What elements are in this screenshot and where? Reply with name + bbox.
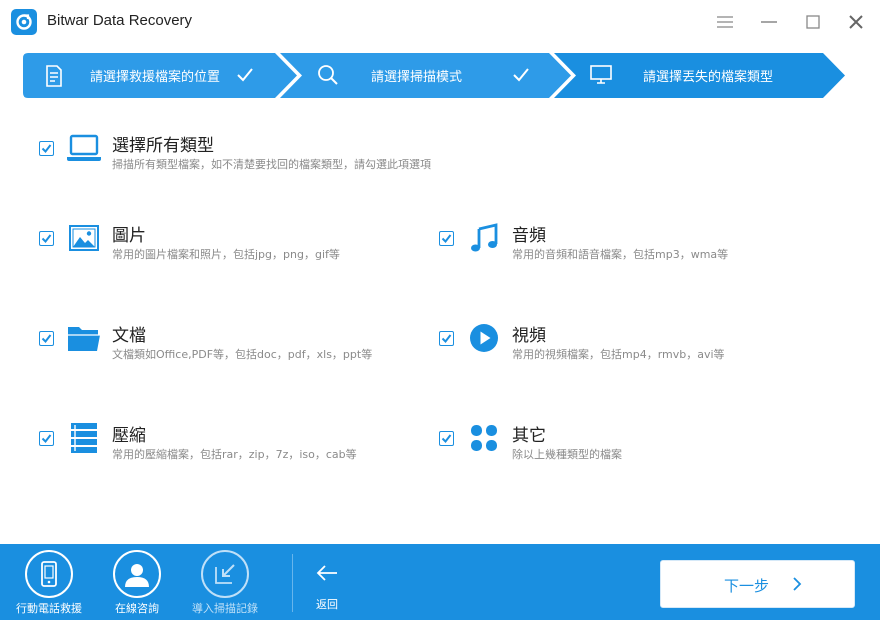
monitor-icon bbox=[590, 65, 612, 89]
play-icon bbox=[467, 321, 501, 355]
checkmark-icon bbox=[41, 144, 52, 154]
option-description: 常用的圖片檔案和照片，包括jpg，png，gif等 bbox=[112, 248, 340, 261]
tool-label: 導入掃描記錄 bbox=[192, 602, 258, 615]
option-title: 視頻 bbox=[512, 326, 546, 346]
option-description: 除以上幾種類型的檔案 bbox=[512, 448, 622, 461]
phone-icon bbox=[25, 550, 73, 598]
music-note-icon bbox=[467, 221, 501, 255]
minimize-icon[interactable] bbox=[757, 10, 781, 34]
maximize-icon[interactable] bbox=[801, 10, 825, 34]
picture-icon bbox=[67, 221, 101, 255]
option-title: 音頻 bbox=[512, 226, 546, 246]
step-select-location: 請選擇救援檔案的位置 bbox=[23, 53, 297, 98]
checkbox-pictures[interactable] bbox=[39, 231, 54, 246]
window-title: Bitwar Data Recovery bbox=[47, 12, 193, 29]
next-button[interactable]: 下一步 bbox=[660, 560, 855, 608]
toolbar-divider bbox=[292, 554, 293, 612]
next-label: 下一步 bbox=[724, 577, 770, 595]
check-icon bbox=[235, 65, 255, 89]
option-title: 文檔 bbox=[112, 326, 146, 346]
tool-label: 在線咨詢 bbox=[115, 602, 159, 615]
step-label: 請選擇掃描模式 bbox=[371, 70, 463, 85]
option-title: 壓縮 bbox=[112, 426, 146, 446]
user-icon bbox=[113, 550, 161, 598]
option-description: 常用的壓縮檔案，包括rar，zip，7z，iso，cab等 bbox=[112, 448, 357, 461]
checkbox-video[interactable] bbox=[439, 331, 454, 346]
search-icon bbox=[317, 64, 339, 90]
checkbox-all-types[interactable] bbox=[39, 141, 54, 156]
import-icon bbox=[201, 550, 249, 598]
mobile-recovery-button[interactable]: 行動電話救援 bbox=[4, 550, 94, 618]
folder-icon bbox=[67, 321, 101, 355]
step-label: 請選擇救援檔案的位置 bbox=[90, 70, 221, 85]
checkmark-icon bbox=[441, 334, 452, 344]
step-scan-mode: 請選擇掃描模式 bbox=[280, 53, 571, 98]
checkmark-icon bbox=[441, 234, 452, 244]
option-description: 文檔類如Office,PDF等，包括doc，pdf，xls，ppt等 bbox=[112, 348, 373, 361]
grid-dots-icon bbox=[467, 421, 501, 455]
checkmark-icon bbox=[41, 334, 52, 344]
check-icon bbox=[511, 65, 531, 89]
document-icon bbox=[45, 65, 63, 91]
option-title: 圖片 bbox=[112, 226, 146, 246]
checkbox-documents[interactable] bbox=[39, 331, 54, 346]
tool-label: 行動電話救援 bbox=[16, 602, 82, 615]
back-button[interactable]: 返回 bbox=[305, 564, 349, 614]
option-title: 其它 bbox=[512, 426, 546, 446]
step-file-types: 請選擇丟失的檔案類型 bbox=[554, 53, 845, 98]
checkmark-icon bbox=[441, 434, 452, 444]
app-logo-icon bbox=[11, 9, 37, 35]
laptop-icon bbox=[67, 131, 101, 165]
back-label: 返回 bbox=[316, 598, 338, 611]
chevron-right-icon bbox=[792, 576, 802, 596]
option-description: 常用的音頻和語音檔案，包括mp3，wma等 bbox=[512, 248, 729, 261]
checkbox-archive[interactable] bbox=[39, 431, 54, 446]
step-label: 請選擇丟失的檔案類型 bbox=[643, 70, 774, 85]
checkmark-icon bbox=[41, 434, 52, 444]
option-description: 常用的視頻檔案，包括mp4，rmvb，avi等 bbox=[512, 348, 725, 361]
checkbox-audio[interactable] bbox=[439, 231, 454, 246]
close-icon[interactable] bbox=[844, 10, 868, 34]
archive-icon bbox=[67, 421, 101, 455]
option-title: 選擇所有類型 bbox=[112, 136, 214, 156]
online-consult-button[interactable]: 在線咨詢 bbox=[92, 550, 182, 618]
title-bar: Bitwar Data Recovery bbox=[0, 0, 880, 44]
checkbox-other[interactable] bbox=[439, 431, 454, 446]
bottom-toolbar: 行動電話救援 在線咨詢 導入掃描記錄 返回 下一步 bbox=[0, 544, 880, 620]
import-scan-record-button[interactable]: 導入掃描記錄 bbox=[180, 550, 270, 618]
menu-icon[interactable] bbox=[713, 10, 737, 34]
arrow-left-icon bbox=[316, 564, 338, 586]
checkmark-icon bbox=[41, 234, 52, 244]
option-description: 掃描所有類型檔案，如不清楚要找回的檔案類型，請勾選此項選項 bbox=[112, 158, 431, 171]
